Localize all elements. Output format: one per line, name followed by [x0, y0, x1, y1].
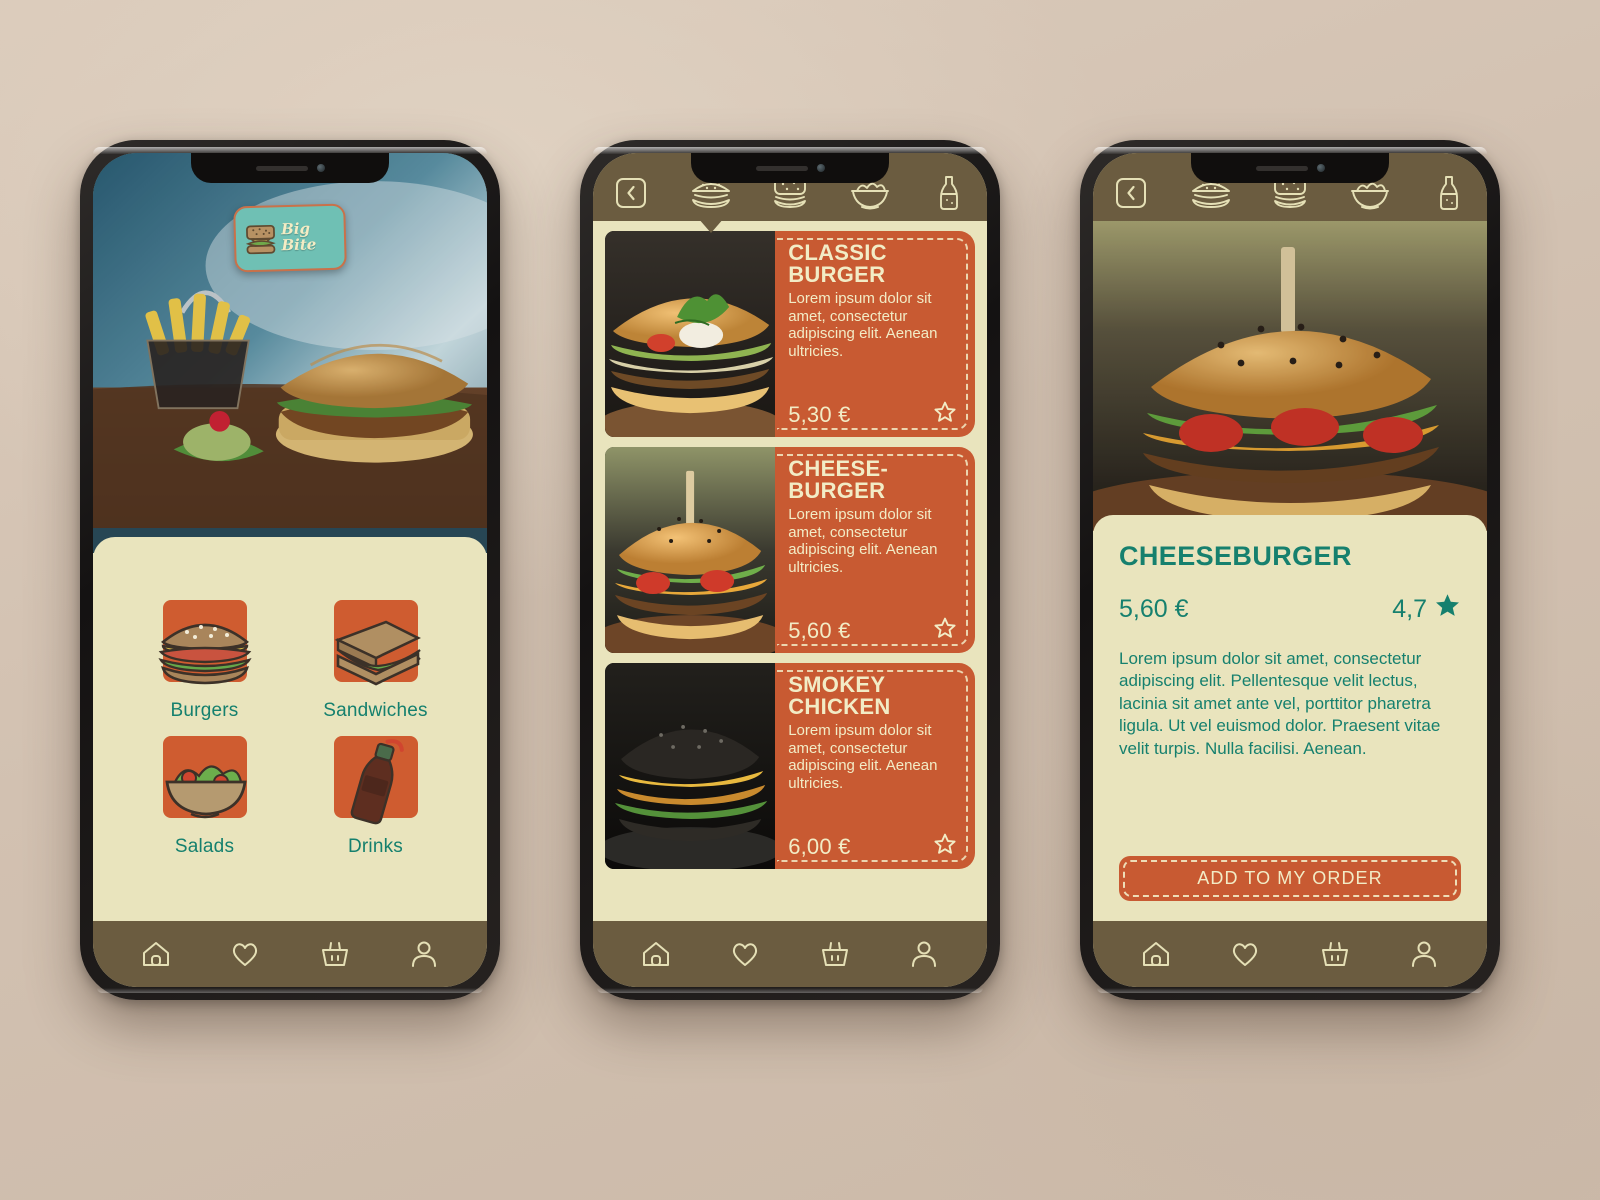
front-camera — [1316, 164, 1325, 172]
detail-info-panel: CHEESEBURGER 5,60 € 4,7 Lorem ipsum dolo… — [1093, 515, 1487, 921]
category-item-salads[interactable]: Salads — [119, 726, 290, 862]
hero-photo-home: Big Bite — [93, 153, 487, 553]
nav-home-icon[interactable] — [633, 931, 679, 977]
nav-heart-icon[interactable] — [722, 931, 768, 977]
category-label: Salads — [174, 836, 235, 857]
phone-home: Big Bite Burgers Sandwiches Salads Drink… — [80, 140, 500, 1000]
menu-card[interactable]: CHEESE-BURGER Lorem ipsum dolor sit amet… — [605, 447, 975, 653]
sandwich-illustration — [317, 594, 435, 698]
detail-price: 5,60 € — [1119, 594, 1189, 623]
back-button[interactable] — [609, 173, 653, 213]
detail-price-rating-row: 5,60 € 4,7 — [1119, 592, 1461, 626]
category-item-drinks[interactable]: Drinks — [290, 726, 461, 862]
nav-person-icon[interactable] — [901, 931, 947, 977]
category-label: Sandwiches — [323, 700, 428, 721]
category-label: Drinks — [347, 836, 404, 857]
rating-value: 4,7 — [1392, 594, 1427, 623]
add-to-order-label: ADD TO MY ORDER — [1197, 868, 1383, 888]
category-grid: Burgers Sandwiches Salads Drinks — [93, 537, 487, 921]
app-logo-badge: Big Bite — [233, 203, 347, 273]
menu-card[interactable]: SMOKEY CHICKEN Lorem ipsum dolor sit ame… — [605, 663, 975, 869]
star-filled-icon — [1434, 592, 1461, 626]
bottom-nav-detail — [1093, 921, 1487, 987]
speaker-slot — [255, 165, 308, 171]
star-outline-icon[interactable] — [933, 832, 957, 861]
menu-item-price: 6,00 € — [788, 833, 851, 859]
nav-person-icon[interactable] — [1401, 931, 1447, 977]
star-outline-icon[interactable] — [933, 616, 957, 645]
nav-heart-icon[interactable] — [222, 931, 268, 977]
phone-notch — [1191, 153, 1389, 183]
phone-detail: CHEESEBURGER 5,60 € 4,7 Lorem ipsum dolo… — [1080, 140, 1500, 1000]
logo-wordmark: Big Bite — [280, 219, 317, 255]
detail-rating: 4,7 — [1392, 592, 1461, 626]
nav-home-icon[interactable] — [1133, 931, 1179, 977]
menu-item-photo — [605, 663, 776, 869]
front-camera — [316, 164, 325, 172]
logo-burger-icon — [245, 224, 276, 255]
back-button[interactable] — [1109, 173, 1153, 213]
nav-basket-icon[interactable] — [1312, 931, 1358, 977]
menu-item-price: 5,30 € — [788, 401, 851, 427]
category-item-sandwiches[interactable]: Sandwiches — [290, 590, 461, 726]
detail-hero-photo — [1093, 221, 1487, 531]
salad-bowl-illustration — [146, 730, 264, 834]
menu-item-photo — [605, 447, 776, 653]
nav-heart-icon[interactable] — [1222, 931, 1268, 977]
menu-item-description: Lorem ipsum dolor sit amet, consectetur … — [788, 289, 938, 360]
bottom-nav-menu — [593, 921, 987, 987]
screen-menu: CLASSIC BURGER Lorem ipsum dolor sit ame… — [593, 153, 987, 987]
add-to-order-button[interactable]: ADD TO MY ORDER — [1119, 856, 1461, 901]
menu-item-info: SMOKEY CHICKEN Lorem ipsum dolor sit ame… — [775, 663, 975, 869]
front-camera — [816, 164, 825, 172]
nav-basket-icon[interactable] — [312, 931, 358, 977]
nav-home-icon[interactable] — [133, 931, 179, 977]
bottom-nav-home — [93, 921, 487, 987]
phone-notch — [691, 153, 889, 183]
top-nav-drinks[interactable] — [927, 173, 971, 213]
menu-item-title: SMOKEY CHICKEN — [788, 672, 891, 720]
menu-item-description: Lorem ipsum dolor sit amet, consectetur … — [788, 721, 938, 792]
star-outline-icon[interactable] — [933, 400, 957, 429]
menu-item-footer: 5,60 € — [788, 616, 963, 645]
menu-item-info: CHEESE-BURGER Lorem ipsum dolor sit amet… — [775, 447, 975, 653]
nav-person-icon[interactable] — [401, 931, 447, 977]
screen-home: Big Bite Burgers Sandwiches Salads Drink… — [93, 153, 487, 987]
menu-item-description: Lorem ipsum dolor sit amet, consectetur … — [788, 505, 938, 576]
menu-item-price: 5,60 € — [788, 617, 851, 643]
menu-item-photo — [605, 231, 776, 437]
menu-item-footer: 5,30 € — [788, 400, 963, 429]
menu-item-title: CLASSIC BURGER — [788, 240, 887, 288]
menu-item-list: CLASSIC BURGER Lorem ipsum dolor sit ame… — [593, 221, 987, 921]
menu-item-title: CHEESE-BURGER — [788, 456, 889, 504]
category-item-burgers[interactable]: Burgers — [119, 590, 290, 726]
speaker-slot — [755, 165, 808, 171]
back-chevron-icon — [1116, 178, 1146, 208]
phone-menu: CLASSIC BURGER Lorem ipsum dolor sit ame… — [580, 140, 1000, 1000]
speaker-slot — [1255, 165, 1308, 171]
detail-description: Lorem ipsum dolor sit amet, consectetur … — [1119, 649, 1441, 758]
menu-item-info: CLASSIC BURGER Lorem ipsum dolor sit ame… — [775, 231, 975, 437]
menu-item-footer: 6,00 € — [788, 832, 963, 861]
phone-notch — [191, 153, 389, 183]
menu-card[interactable]: CLASSIC BURGER Lorem ipsum dolor sit ame… — [605, 231, 975, 437]
category-label: Burgers — [170, 700, 239, 721]
screen-detail: CHEESEBURGER 5,60 € 4,7 Lorem ipsum dolo… — [1093, 153, 1487, 987]
back-chevron-icon — [616, 178, 646, 208]
detail-title: CHEESEBURGER — [1119, 541, 1352, 571]
soda-bottle-illustration — [317, 730, 435, 834]
top-nav-drinks[interactable] — [1427, 173, 1471, 213]
nav-basket-icon[interactable] — [812, 931, 858, 977]
burger-illustration — [146, 594, 264, 698]
